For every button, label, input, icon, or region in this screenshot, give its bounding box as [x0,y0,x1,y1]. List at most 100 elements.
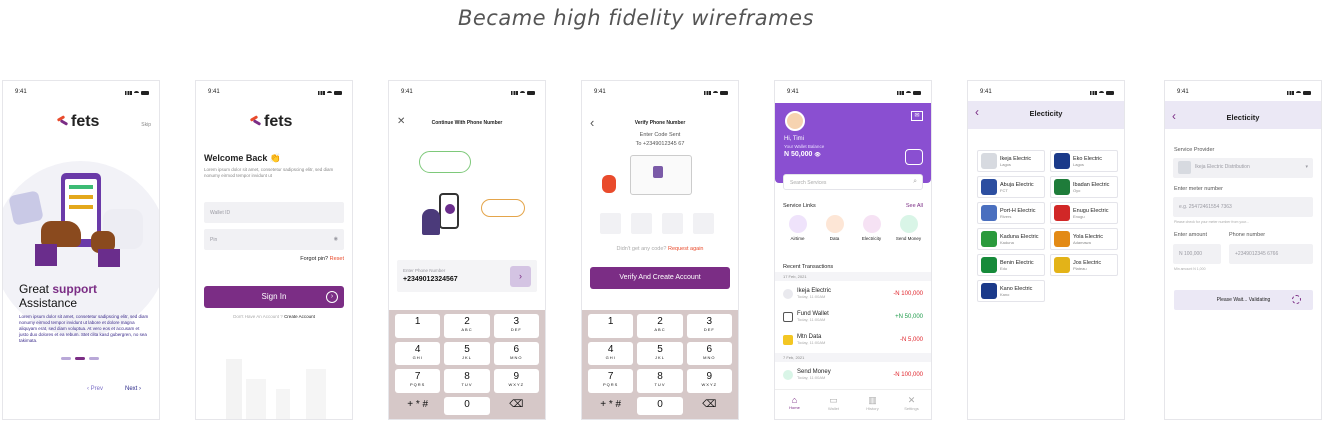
skip-link[interactable]: Skip [141,122,151,128]
status-bar: 9:41 [1177,89,1311,97]
pin-input[interactable]: Pin ◉ [204,229,344,250]
search-input[interactable]: Search Services ⌕ [783,174,923,190]
prev-button[interactable]: ‹ Prev [87,386,103,392]
otp-box[interactable] [600,213,621,234]
meter-hint: Please check for your meter number from … [1174,220,1249,224]
nav-settings[interactable]: ✕ Settings [892,395,931,419]
forgot-pin-link[interactable]: Forgot pin? Reset [300,256,344,262]
avatar[interactable] [785,111,805,131]
numeric-keypad: 1 2 ABC 3 DEF 4 GHI 5 JKL 6 MNO 7 PQRS 8 TUV 9W… [389,310,545,419]
key-5[interactable]: 5 JKL [637,341,683,365]
key-0[interactable]: 0 [444,396,490,415]
service-airtime[interactable]: Airtime [779,215,816,241]
verify-create-account-button[interactable]: Verify And Create Account [590,267,730,289]
submit-arrow-button[interactable]: › [510,266,531,287]
service-send-money[interactable]: Send Money [890,215,927,241]
provider-city: Rivers [1000,213,1012,219]
provider-tile[interactable]: Eko Electric Lagos [1050,150,1118,172]
wallet-id-input[interactable]: Wallet ID [204,202,344,223]
key-8[interactable]: 8 TUV [444,369,490,393]
service-electricity[interactable]: Electricity [853,215,890,241]
bottom-nav: ⌂ Home ▭ Wallet ▥ History ✕ Settings [775,389,931,419]
screen-electricity-providers: 9:41 ‹ Electicity Ikeja Electric Lagos Eko… [967,80,1125,420]
provider-tile[interactable]: Enugu Electric Enugu [1050,202,1118,224]
provider-tile[interactable]: Ibadan Electric Oyo [1050,176,1118,198]
onboarding-body: Lorem ipsum dolor sit amet, consetetur s… [19,314,149,343]
status-bar: 9:41 [787,89,921,97]
status-icons [511,89,535,97]
amount-input[interactable]: N 100,000 [1173,244,1221,264]
transaction-row[interactable]: Ikeja Electric Today, 11:00AM -N 100,000 [783,284,923,304]
provider-name: Kaduna Electric [1000,233,1039,240]
key-0[interactable]: 0 [637,396,683,415]
validating-button[interactable]: Please Wait... Validating [1174,290,1313,310]
next-button[interactable]: Next › [125,386,141,392]
provider-tile[interactable]: Ikeja Electric Lagos [977,150,1045,172]
transaction-row[interactable]: Mtn Data Today, 11:00AM -N 5,000 [783,330,923,350]
key-9[interactable]: 9 WXYZ [686,369,732,393]
status-time: 9:41 [15,89,27,95]
nav-wallet[interactable]: ▭ Wallet [814,395,853,419]
services-row: Airtime Data Electricity Send Money [779,215,927,241]
otp-box[interactable] [693,213,714,234]
send-money-icon [783,370,793,380]
code-sent-text: Enter Code Sent [639,132,681,138]
key-6[interactable]: 6 MNO [686,341,732,365]
provider-logo-icon [1054,153,1070,169]
eye-icon[interactable]: 👁 [814,152,820,158]
create-account-link[interactable]: Create Account [284,314,315,319]
key-1[interactable]: 1 [588,314,634,338]
onboarding-title: Great support Assistance [19,282,98,310]
provider-tile[interactable]: Kano Electric Kano [977,280,1045,302]
provider-tile[interactable]: Abuja Electric FCT [977,176,1045,198]
key-2[interactable]: 2 ABC [444,314,490,338]
otp-box[interactable] [662,213,683,234]
provider-tile[interactable]: Benin Electric Edo [977,254,1045,276]
phone-number-field[interactable]: Enter Phone Number +2349012324567 › [397,260,537,292]
transaction-row[interactable]: Send Money Today, 11:00AM -N 100,000 [783,365,923,385]
key-4[interactable]: 4 GHI [395,341,441,365]
key-4[interactable]: 4 GHI [588,341,634,365]
key-3[interactable]: 3 DEF [686,314,732,338]
service-data[interactable]: Data [816,215,853,241]
screen-dashboard: 9:41 ✉ Hi, Timi Your Wallet Balance N 50… [774,80,932,420]
key-9[interactable]: 9 WXYZ [493,369,539,393]
nav-history[interactable]: ▥ History [853,395,892,419]
backspace-icon[interactable]: ⌫ [687,397,732,416]
key-5[interactable]: 5 JKL [444,341,490,365]
key-symbols[interactable]: + * # [588,397,633,416]
key-7[interactable]: 7 PQRS [395,369,441,393]
provider-tile[interactable]: Jos Electric Plateau [1050,254,1118,276]
see-all-link[interactable]: See All [906,203,923,209]
key-1[interactable]: 1 [395,314,441,338]
key-symbols[interactable]: + * # [395,397,440,416]
key-8[interactable]: 8 TUV [637,369,683,393]
mail-icon[interactable]: ✉ [911,111,923,121]
request-again-link[interactable]: Request again [668,246,703,252]
service-provider-select[interactable]: Ikeja Electric Distribution ▾ [1173,158,1313,178]
backspace-icon[interactable]: ⌫ [494,397,539,416]
meter-number-input[interactable]: e.g. 25472461554 7363 [1173,197,1313,217]
provider-tile[interactable]: Yola Electric Adamawa [1050,228,1118,250]
status-time: 9:41 [401,89,413,95]
otp-box[interactable] [631,213,652,234]
key-7[interactable]: 7 PQRS [588,369,634,393]
provider-tile[interactable]: Kaduna Electric Kaduna [977,228,1045,250]
nav-home[interactable]: ⌂ Home [775,395,814,419]
resend-code-prompt: Didn't get any code? Request again [616,246,704,252]
service-provider-label: Service Provider [1174,147,1215,153]
status-icons [318,89,342,97]
key-3[interactable]: 3 DEF [493,314,539,338]
services-title: Service Links [783,203,816,209]
sign-in-button[interactable]: Sign In › [204,286,344,308]
phone-number-input[interactable]: +2349012345 6766 [1229,244,1313,264]
wallet-icon[interactable] [905,149,923,165]
key-6[interactable]: 6 MNO [493,341,539,365]
key-2[interactable]: 2 ABC [637,314,683,338]
provider-tile[interactable]: Port-H Electric Rivers [977,202,1045,224]
create-account-prompt: Don't Have An Account ? Create Account [233,314,315,319]
brand-name: fets [71,113,100,130]
phone-destination-text: To +2349012345 67 [635,141,685,147]
eye-icon[interactable]: ◉ [334,236,338,242]
transaction-row[interactable]: Fund Wallet Today, 11:00AM +N 50,000 [783,307,923,327]
